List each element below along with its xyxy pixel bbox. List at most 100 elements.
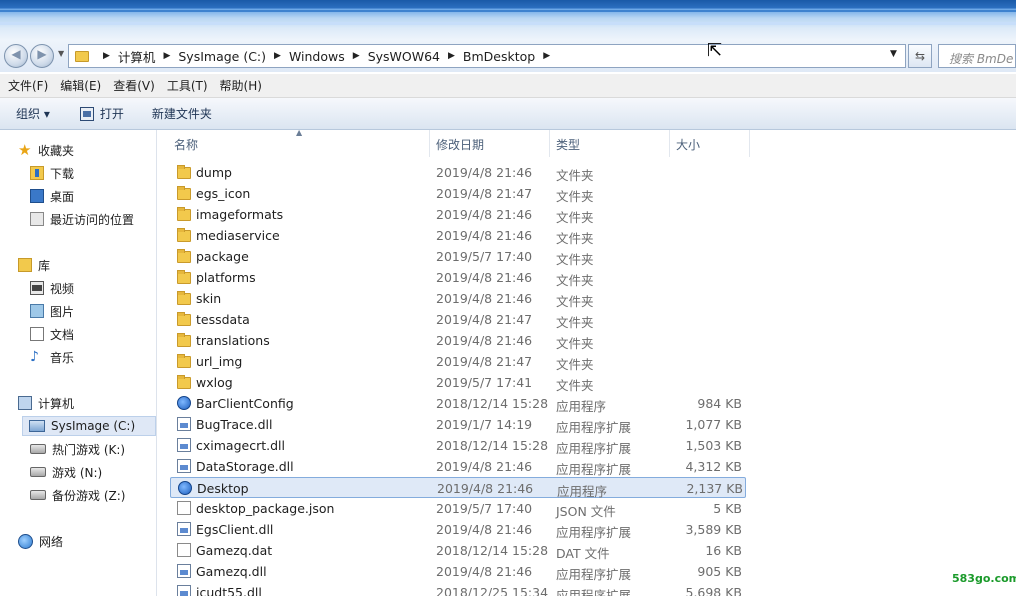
sidebar-item-label: 最近访问的位置: [50, 212, 135, 227]
file-size: 16 KB: [705, 543, 742, 558]
breadcrumb-bmdesktop[interactable]: BmDesktop: [463, 49, 535, 64]
file-row[interactable]: translations 2019/4/8 21:46 文件夹: [170, 330, 746, 351]
breadcrumb-syswow64[interactable]: SysWOW64: [368, 49, 440, 64]
sidebar-item-drive-k[interactable]: 热门游戏 (K:): [30, 439, 125, 459]
sidebar-item-recent[interactable]: 最近访问的位置: [30, 209, 134, 229]
address-dropdown-icon[interactable]: ▼: [890, 49, 897, 59]
sidebar-item-favorites[interactable]: ★ 收藏夹: [18, 140, 74, 160]
file-row[interactable]: dump 2019/4/8 21:46 文件夹: [170, 162, 746, 183]
file-type: 文件夹: [556, 336, 594, 351]
breadcrumb-separator-icon[interactable]: ▶: [274, 51, 281, 61]
breadcrumb-computer[interactable]: 计算机: [118, 47, 156, 66]
column-header-date[interactable]: 修改日期: [436, 130, 550, 157]
library-icon: [18, 258, 32, 272]
back-button[interactable]: ◀: [4, 44, 28, 68]
folder-icon: [177, 375, 191, 389]
breadcrumb-separator-icon[interactable]: ▶: [163, 51, 170, 61]
column-header-type[interactable]: 类型: [556, 130, 670, 157]
sidebar-item-label: 游戏 (N:): [52, 465, 103, 480]
breadcrumb-separator-icon[interactable]: ▶: [103, 51, 110, 61]
sidebar-item-drive-c[interactable]: SysImage (C:): [22, 416, 156, 436]
sidebar-item-label: 热门游戏 (K:): [52, 442, 126, 457]
file-name: imageformats: [196, 207, 284, 222]
sidebar-item-computer[interactable]: 计算机: [18, 393, 74, 413]
breadcrumb-separator-icon[interactable]: ▶: [353, 51, 360, 61]
file-date: 2019/5/7 17:40: [436, 249, 533, 264]
breadcrumb-separator-icon[interactable]: ▶: [543, 51, 550, 61]
address-bar[interactable]: ▶ 计算机 ▶ SysImage (C:) ▶ Windows ▶ SysWOW…: [68, 44, 906, 68]
sidebar-item-pictures[interactable]: 图片: [30, 301, 74, 321]
file-date: 2019/4/8 21:47: [436, 186, 533, 201]
file-row[interactable]: Gamezq.dat 2018/12/14 15:28 DAT 文件 16 KB: [170, 540, 746, 561]
file-type: 应用程序扩展: [556, 441, 632, 456]
sidebar-item-videos[interactable]: 视频: [30, 278, 74, 298]
sidebar-item-network[interactable]: 网络: [18, 531, 63, 551]
file-row[interactable]: EgsClient.dll 2019/4/8 21:46 应用程序扩展 3,589 K…: [170, 519, 746, 540]
menu-edit[interactable]: 编辑(E): [52, 77, 105, 94]
column-header-size[interactable]: 大小: [676, 130, 750, 157]
menu-help[interactable]: 帮助(H): [212, 77, 266, 94]
menu-tools[interactable]: 工具(T): [159, 77, 212, 94]
file-row[interactable]: icudt55.dll 2018/12/25 15:34 应用程序扩展 5,698 K…: [170, 582, 746, 596]
open-button[interactable]: 打开: [79, 105, 124, 122]
sidebar-item-libraries[interactable]: 库: [18, 255, 50, 275]
sidebar-item-documents[interactable]: 文档: [30, 324, 74, 344]
file-row[interactable]: mediaservice 2019/4/8 21:46 文件夹: [170, 225, 746, 246]
sidebar-item-drive-z[interactable]: 备份游戏 (Z:): [30, 485, 125, 505]
dll-icon: [177, 564, 191, 578]
breadcrumb-windows[interactable]: Windows: [289, 49, 345, 64]
file-row[interactable]: skin 2019/4/8 21:46 文件夹: [170, 288, 746, 309]
sidebar-item-label: 桌面: [50, 189, 75, 204]
sidebar-item-label: SysImage (C:): [51, 419, 136, 433]
file-row[interactable]: Desktop 2019/4/8 21:46 应用程序 2,137 KB: [170, 477, 746, 499]
file-row[interactable]: imageformats 2019/4/8 21:46 文件夹: [170, 204, 746, 225]
recent-pages-dropdown-icon[interactable]: ▼: [58, 49, 64, 58]
refresh-button[interactable]: ⇆: [908, 44, 932, 68]
sidebar-item-drive-n[interactable]: 游戏 (N:): [30, 462, 102, 482]
sidebar-item-downloads[interactable]: 下载: [30, 163, 74, 183]
folder-icon: [177, 228, 191, 242]
menu-view[interactable]: 查看(V): [105, 77, 159, 94]
drive-icon: [30, 444, 46, 454]
file-row[interactable]: BugTrace.dll 2019/1/7 14:19 应用程序扩展 1,077 KB: [170, 414, 746, 435]
sidebar-item-music[interactable]: ♪ 音乐: [30, 347, 74, 367]
file-type: 应用程序扩展: [556, 420, 632, 435]
file-row[interactable]: cximagecrt.dll 2018/12/14 15:28 应用程序扩展 1,50…: [170, 435, 746, 456]
file-date: 2019/4/8 21:46: [436, 165, 533, 180]
breadcrumb-separator-icon[interactable]: ▶: [448, 51, 455, 61]
file-row[interactable]: platforms 2019/4/8 21:46 文件夹: [170, 267, 746, 288]
file-type: 文件夹: [556, 273, 594, 288]
sidebar-item-label: 网络: [39, 534, 64, 549]
organize-button[interactable]: 组织 ▾: [16, 105, 50, 122]
file-row[interactable]: package 2019/5/7 17:40 文件夹: [170, 246, 746, 267]
file-date: 2019/4/8 21:46: [436, 459, 533, 474]
file-row[interactable]: tessdata 2019/4/8 21:47 文件夹: [170, 309, 746, 330]
file-size: 2,137 KB: [686, 481, 743, 496]
file-row[interactable]: Gamezq.dll 2019/4/8 21:46 应用程序扩展 905 KB: [170, 561, 746, 582]
file-row[interactable]: BarClientConfig 2018/12/14 15:28 应用程序 984 K…: [170, 393, 746, 414]
file-row[interactable]: egs_icon 2019/4/8 21:47 文件夹: [170, 183, 746, 204]
file-name: cximagecrt.dll: [196, 438, 285, 453]
file-name: desktop_package.json: [196, 501, 335, 516]
file-name: package: [196, 249, 249, 264]
forward-button[interactable]: ▶: [30, 44, 54, 68]
file-row[interactable]: url_img 2019/4/8 21:47 文件夹: [170, 351, 746, 372]
file-row[interactable]: wxlog 2019/5/7 17:41 文件夹: [170, 372, 746, 393]
menu-file[interactable]: 文件(F): [0, 77, 52, 94]
file-icon: [177, 501, 191, 515]
sidebar-item-label: 收藏夹: [38, 143, 75, 158]
column-header-name[interactable]: 名称: [174, 130, 430, 157]
file-type: 应用程序: [556, 399, 607, 414]
pictures-icon: [30, 304, 44, 318]
file-row[interactable]: DataStorage.dll 2019/4/8 21:46 应用程序扩展 4,312…: [170, 456, 746, 477]
breadcrumb-sysimage[interactable]: SysImage (C:): [178, 49, 266, 64]
folder-icon: [177, 291, 191, 305]
sidebar-item-label: 文档: [50, 327, 75, 342]
file-row[interactable]: desktop_package.json 2019/5/7 17:40 JSON 文…: [170, 498, 746, 519]
folder-icon: [177, 207, 191, 221]
new-folder-button[interactable]: 新建文件夹: [152, 105, 212, 122]
search-input[interactable]: 搜索 BmDe: [938, 44, 1016, 68]
file-name: wxlog: [196, 375, 233, 390]
music-note-icon: ♪: [30, 349, 39, 365]
sidebar-item-desktop[interactable]: 桌面: [30, 186, 74, 206]
